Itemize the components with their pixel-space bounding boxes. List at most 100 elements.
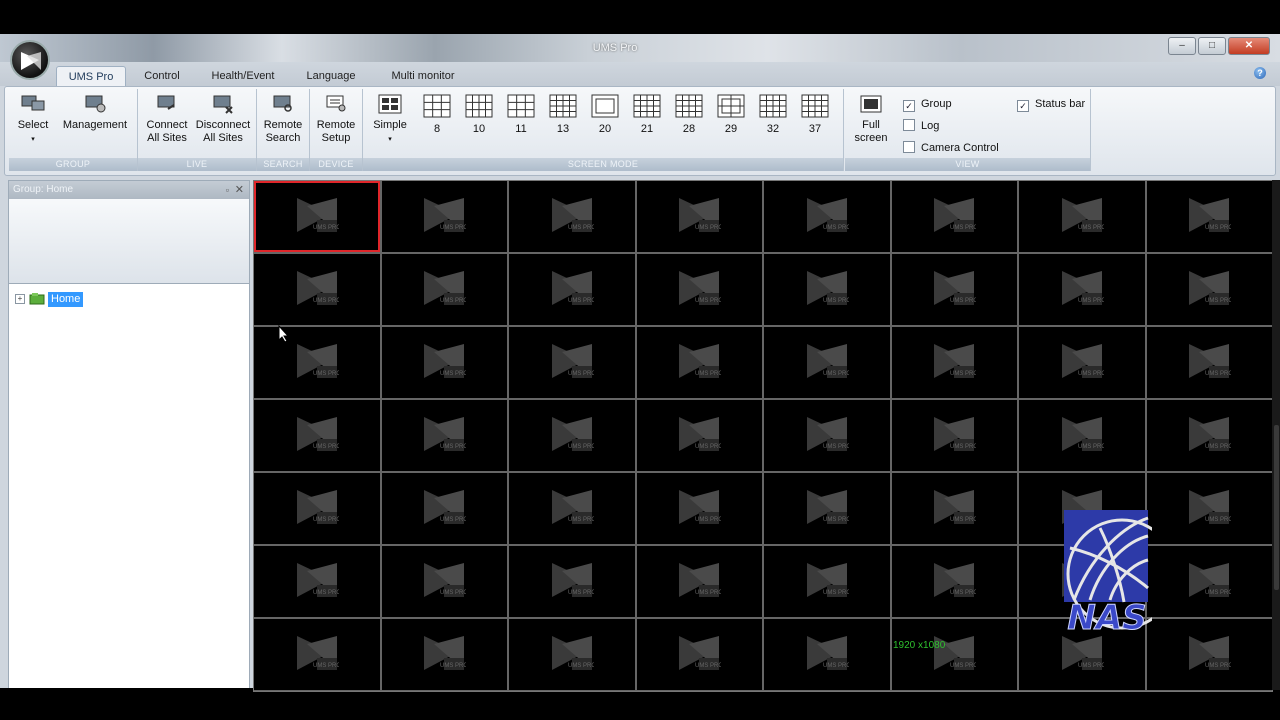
video-cell[interactable]: UMS PRO: [254, 254, 380, 325]
maximize-button[interactable]: □: [1198, 37, 1226, 55]
video-cell[interactable]: UMS PRO: [1146, 400, 1272, 471]
video-cell[interactable]: UMS PRO: [1019, 254, 1145, 325]
layout-20-button[interactable]: 20: [589, 93, 621, 135]
video-cell[interactable]: UMS PRO: [764, 327, 890, 398]
management-button[interactable]: Management: [57, 93, 133, 132]
close-button[interactable]: ✕: [1228, 37, 1270, 55]
simple-button[interactable]: Simple ▾: [367, 93, 413, 146]
tab-ums-pro[interactable]: UMS Pro: [56, 66, 126, 87]
layout-37-button[interactable]: 37: [799, 93, 831, 135]
disconnect-icon: [213, 95, 233, 114]
video-cell[interactable]: UMS PRO: [636, 619, 762, 690]
layout-28-button[interactable]: 28: [673, 93, 705, 135]
panel-close-icon[interactable]: ✕: [235, 181, 244, 199]
video-cell[interactable]: UMS PRO: [891, 327, 1017, 398]
video-cell[interactable]: UMS PRO: [381, 400, 507, 471]
video-cell[interactable]: UMS PRO: [509, 327, 635, 398]
video-cell[interactable]: UMS PRO: [1146, 619, 1272, 690]
video-cell[interactable]: UMS PRO: [764, 546, 890, 617]
layout-8-button[interactable]: 8: [421, 93, 453, 135]
full-screen-button[interactable]: Full screen: [851, 93, 891, 145]
layout-13-button[interactable]: 13: [547, 93, 579, 135]
video-cell[interactable]: UMS PRO: [1019, 181, 1145, 252]
minimize-button[interactable]: –: [1168, 37, 1196, 55]
cell-logo-text: UMS PRO: [440, 444, 466, 450]
layout-29-button[interactable]: 29: [715, 93, 747, 135]
tab-language[interactable]: Language: [296, 66, 366, 86]
scrollbar-track[interactable]: [1272, 180, 1280, 690]
site-folder-icon: [29, 293, 45, 305]
video-cell[interactable]: UMS PRO: [509, 181, 635, 252]
video-cell[interactable]: UMS PRO: [891, 619, 1017, 690]
video-cell[interactable]: UMS PRO: [891, 254, 1017, 325]
video-cell[interactable]: UMS PRO: [381, 254, 507, 325]
disconnect-all-sites-button[interactable]: Disconnect All Sites: [192, 93, 254, 145]
video-cell[interactable]: UMS PRO: [254, 327, 380, 398]
video-cell[interactable]: UMS PRO: [381, 327, 507, 398]
scrollbar-thumb[interactable]: [1274, 425, 1279, 590]
video-cell[interactable]: UMS PRO: [254, 181, 380, 252]
video-cell[interactable]: UMS PRO: [381, 546, 507, 617]
video-cell[interactable]: UMS PRO: [891, 400, 1017, 471]
layout-21-button[interactable]: 21: [631, 93, 663, 135]
tree-item-home[interactable]: + Home: [15, 291, 84, 307]
cell-logo-text: UMS PRO: [568, 225, 594, 231]
video-cell[interactable]: UMS PRO: [636, 254, 762, 325]
video-cell[interactable]: UMS PRO: [636, 327, 762, 398]
video-cell[interactable]: UMS PRO: [891, 181, 1017, 252]
video-cell[interactable]: UMS PRO: [636, 546, 762, 617]
video-cell[interactable]: UMS PRO: [509, 619, 635, 690]
video-cell[interactable]: UMS PRO: [1019, 327, 1145, 398]
video-cell[interactable]: UMS PRO: [1019, 400, 1145, 471]
ums-pro-placeholder-icon: UMS PRO: [934, 270, 976, 305]
video-cell[interactable]: UMS PRO: [1146, 327, 1272, 398]
log-checkbox[interactable]: Log: [903, 119, 939, 133]
select-button[interactable]: Select ▾: [13, 93, 53, 146]
video-cell[interactable]: UMS PRO: [764, 473, 890, 544]
video-cell[interactable]: UMS PRO: [381, 619, 507, 690]
layout-11-button[interactable]: 11: [505, 93, 537, 135]
group-checkbox[interactable]: ✓ Group: [903, 97, 952, 112]
video-cell[interactable]: UMS PRO: [254, 619, 380, 690]
video-cell[interactable]: UMS PRO: [764, 400, 890, 471]
help-icon[interactable]: ?: [1254, 67, 1266, 79]
tree-expand-icon[interactable]: +: [15, 294, 25, 304]
video-cell[interactable]: UMS PRO: [891, 546, 1017, 617]
tab-health-event[interactable]: Health/Event: [202, 66, 284, 86]
remote-setup-button[interactable]: Remote Setup: [312, 93, 360, 145]
video-cell[interactable]: UMS PRO: [1146, 181, 1272, 252]
video-cell[interactable]: UMS PRO: [509, 473, 635, 544]
video-cell[interactable]: UMS PRO: [636, 473, 762, 544]
remote-search-button[interactable]: Remote Search: [259, 93, 307, 145]
app-logo[interactable]: [10, 40, 50, 80]
video-cell[interactable]: UMS PRO: [891, 473, 1017, 544]
camera-control-checkbox[interactable]: Camera Control: [903, 141, 999, 155]
group-panel-title: Group: Home: [13, 184, 74, 195]
video-cell[interactable]: UMS PRO: [636, 400, 762, 471]
ums-pro-placeholder-icon: UMS PRO: [806, 343, 849, 378]
video-cell[interactable]: UMS PRO: [254, 400, 380, 471]
video-cell[interactable]: UMS PRO: [764, 619, 890, 690]
video-cell[interactable]: UMS PRO: [254, 473, 380, 544]
video-cell[interactable]: UMS PRO: [1146, 546, 1272, 617]
video-cell[interactable]: UMS PRO: [1146, 254, 1272, 325]
video-cell[interactable]: UMS PRO: [381, 473, 507, 544]
video-cell[interactable]: UMS PRO: [509, 546, 635, 617]
video-cell[interactable]: UMS PRO: [509, 400, 635, 471]
video-cell[interactable]: UMS PRO: [509, 254, 635, 325]
video-cell[interactable]: UMS PRO: [1146, 473, 1272, 544]
layout-32-button[interactable]: 32: [757, 93, 789, 135]
pin-icon[interactable]: ▫: [226, 181, 229, 199]
group-section-label: GROUP: [9, 158, 137, 171]
select-label: Select: [17, 119, 49, 131]
layout-10-button[interactable]: 10: [463, 93, 495, 135]
tab-multi-monitor[interactable]: Multi monitor: [378, 66, 468, 86]
video-cell[interactable]: UMS PRO: [764, 181, 890, 252]
connect-all-sites-button[interactable]: Connect All Sites: [142, 93, 192, 145]
video-cell[interactable]: UMS PRO: [254, 546, 380, 617]
video-cell[interactable]: UMS PRO: [764, 254, 890, 325]
tab-control[interactable]: Control: [134, 66, 190, 86]
video-cell[interactable]: UMS PRO: [636, 181, 762, 252]
video-cell[interactable]: UMS PRO: [381, 181, 507, 252]
status-bar-checkbox[interactable]: ✓ Status bar: [1017, 97, 1085, 112]
